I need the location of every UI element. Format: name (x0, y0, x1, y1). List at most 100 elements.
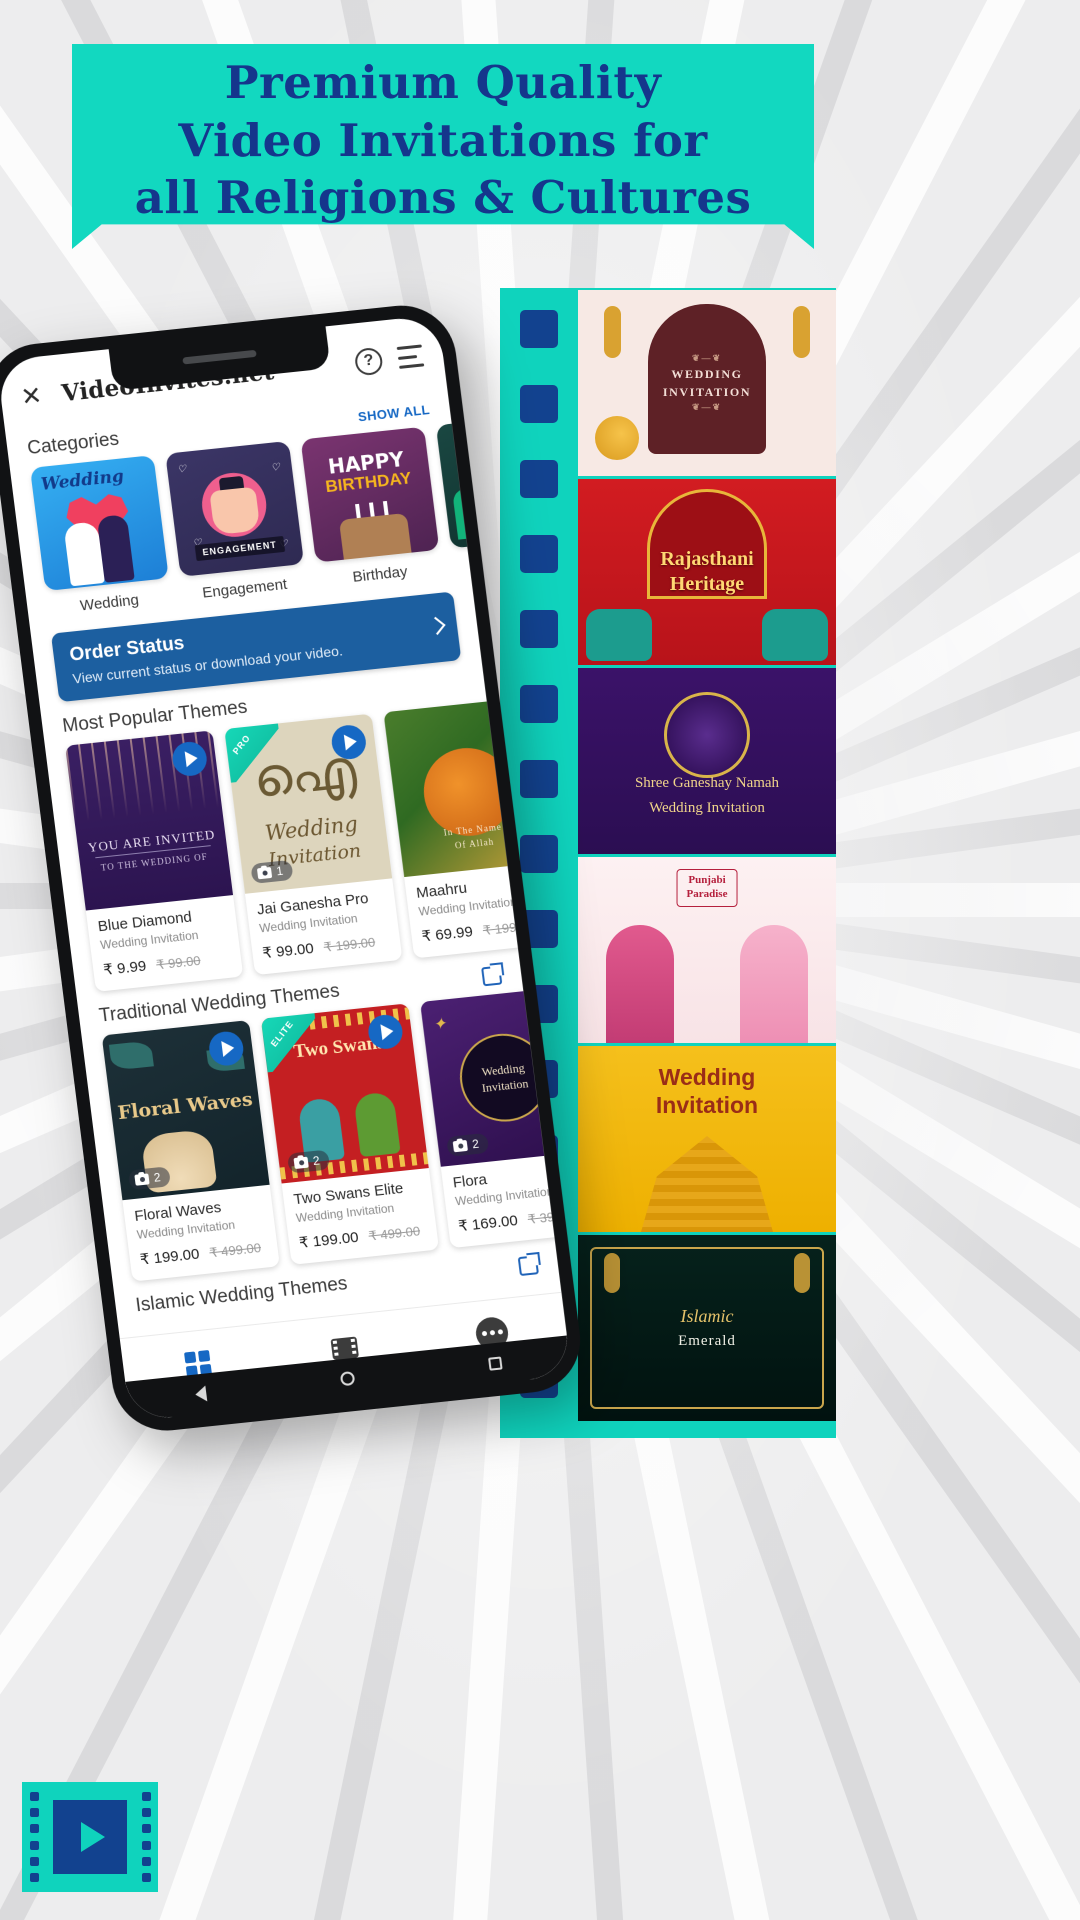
theme-price: ₹ 9.99 (102, 957, 148, 979)
recents-icon[interactable] (488, 1355, 503, 1371)
leaf-decor (108, 1040, 154, 1071)
category-thumbnail: ♡ ♡ ♡ ♡ ENGAGEMENT (165, 440, 305, 577)
cake-icon (338, 512, 412, 560)
scroll-content[interactable]: Categories SHOW ALL Wedding Wedding ♡ ♡ … (4, 376, 562, 1338)
open-external-icon[interactable] (481, 965, 503, 986)
photo-count-chip: 1 (250, 859, 294, 884)
play-button[interactable] (488, 706, 528, 745)
camera-icon (134, 1172, 150, 1186)
filmstrip-card-subtitle: Emerald (678, 1333, 736, 1350)
filmstrip-card-subtitle: Wedding Invitation (649, 800, 765, 816)
theme-thumbnail: Two Swans ELITE 2 (260, 1003, 429, 1184)
filmstrip-card-title: Rajasthani (660, 548, 754, 570)
photo-count: 1 (275, 863, 284, 879)
filmstrip-card-subtitle: Heritage (669, 573, 745, 595)
category-birthday[interactable]: HAPPY BIRTHDAY Birthday (300, 426, 443, 590)
banner-line-1: Premium Quality (224, 56, 662, 109)
theme-art-text-2: Of Allah (454, 836, 495, 851)
theme-meta: Flora Wedding Invitation ₹ 169.00 ₹ 399.… (441, 1151, 562, 1248)
photo-count-chip: 2 (446, 1132, 490, 1157)
category-thumbnail: Wedding (29, 455, 169, 592)
theme-thumbnail: In The Name Of Allah (383, 696, 552, 878)
theme-card[interactable]: ✦ ✦ Wedding Invitation 2 Flora Wedding I… (419, 986, 562, 1249)
theme-price: ₹ 199.00 (139, 1245, 201, 1269)
photo-count: 2 (312, 1153, 321, 1169)
sprig-decor: ✦ (555, 1096, 562, 1116)
home-icon[interactable] (339, 1370, 356, 1387)
theme-old-price: ₹ 199.00 (322, 934, 377, 955)
category-art-text: Wedding (39, 466, 125, 495)
theme-old-price: ₹ 499.00 (208, 1240, 262, 1261)
camera-icon (256, 866, 273, 879)
theme-card[interactable]: Floral Waves 2 Floral Waves Wedding Invi… (101, 1020, 280, 1282)
theme-old-price: ₹ 99.00 (155, 952, 202, 973)
phone-mockup: ✕ VideoInvites.net ? Categories (0, 275, 641, 1474)
category-engagement[interactable]: ♡ ♡ ♡ ♡ ENGAGEMENT Engagement (165, 440, 307, 604)
photo-count: 2 (471, 1136, 480, 1152)
close-icon[interactable]: ✕ (19, 381, 43, 411)
promo-banner: Premium Quality Video Invitations for al… (72, 44, 814, 249)
list-line (399, 363, 425, 369)
filmstrip-card-subtitle: Paradise (686, 887, 728, 900)
earpiece-speaker (182, 349, 257, 364)
theme-price: ₹ 199.00 (298, 1228, 360, 1252)
theme-thumbnail: YOU ARE INVITED TO THE WEDDING OF (65, 730, 234, 911)
theme-card[interactable]: YOU ARE INVITED TO THE WEDDING OF Blue D… (65, 730, 244, 992)
filmstrip-card-wedding-invitation-arch[interactable]: ❦—❦ WEDDING INVITATION ❦—❦ (578, 290, 836, 476)
ring-medallion: Wedding Invitation (454, 1029, 554, 1126)
filmstrip-card-shree-ganeshay-namah[interactable]: Shree Ganeshay Namah Wedding Invitation (578, 668, 836, 854)
theme-old-price: ₹ 199.00 (481, 917, 536, 939)
list-menu-icon[interactable] (396, 344, 425, 369)
banner-line-3: all Religions & Cultures (134, 171, 752, 225)
temple-icon (641, 1136, 773, 1232)
theme-art-text-2: Invitation (480, 1076, 530, 1096)
list-line (397, 354, 418, 360)
bride-figure (740, 925, 808, 1043)
phone-body: ✕ VideoInvites.net ? Categories (0, 300, 587, 1436)
logo-perforations-left (24, 1782, 44, 1892)
filmstrip-card-wedding-invitation-temple[interactable]: Wedding Invitation (578, 1046, 836, 1232)
theme-row-popular[interactable]: YOU ARE INVITED TO THE WEDDING OF Blue D… (45, 680, 562, 998)
heart-icon: ♡ (270, 461, 281, 474)
elite-badge-label: ELITE (268, 1018, 296, 1049)
logo-play-mark (53, 1800, 127, 1874)
theme-meta: Two Swans Elite Wedding Invitation ₹ 199… (282, 1168, 439, 1265)
theme-card[interactable]: In The Name Of Allah Maahru Wedding Invi… (383, 696, 562, 959)
open-external-icon[interactable] (517, 1254, 539, 1276)
pro-badge: PRO (224, 723, 285, 783)
category-thumbnail: HAPPY BIRTHDAY (300, 426, 440, 563)
elephant-icon (586, 609, 652, 661)
theme-price: ₹ 99.00 (261, 939, 315, 963)
theme-price: ₹ 169.00 (457, 1212, 519, 1236)
camera-icon (293, 1156, 309, 1169)
category-wedding[interactable]: Wedding Wedding (29, 455, 172, 618)
filmstrip-card-rajasthani-heritage[interactable]: Rajasthani Heritage (578, 479, 836, 665)
theme-price: ₹ 69.99 (420, 923, 474, 946)
theme-row-traditional[interactable]: Floral Waves 2 Floral Waves Wedding Invi… (82, 986, 562, 1287)
lantern-icon (793, 306, 810, 358)
theme-thumbnail: ഐ Wedding Invitation PRO 1 (224, 713, 393, 894)
theme-card[interactable]: ഐ Wedding Invitation PRO 1 Jai Ganesha P… (224, 713, 403, 976)
groom-figure (606, 925, 674, 1043)
elite-badge: ELITE (260, 1013, 322, 1073)
theme-meta: Maahru Wedding Invitation ₹ 69.99 ₹ 199.… (404, 862, 561, 959)
sprig-decor: ✦ (431, 1015, 448, 1034)
phone-screen: ✕ VideoInvites.net ? Categories (0, 314, 572, 1422)
play-button[interactable] (525, 996, 562, 1034)
theme-thumbnail: Floral Waves 2 (101, 1020, 270, 1201)
photo-count: 2 (153, 1170, 162, 1185)
perforation-hole (520, 310, 558, 348)
theme-old-price: ₹ 399.00 (526, 1206, 562, 1227)
back-icon[interactable] (194, 1385, 207, 1403)
filmstrip-card-title: Shree Ganeshay Namah (634, 774, 780, 791)
filmstrip-card-title: Wedding (658, 1064, 756, 1090)
sofa-icon (464, 491, 556, 547)
app-bar-actions: ? (353, 342, 425, 376)
theme-card[interactable]: Two Swans ELITE 2 Two Swans Elite Weddin… (260, 1003, 440, 1265)
help-icon[interactable]: ? (353, 346, 384, 376)
theme-meta: Floral Waves Wedding Invitation ₹ 199.00… (122, 1185, 279, 1282)
filmstrip-card-punjabi-paradise[interactable]: Punjabi Paradise (578, 857, 836, 1043)
ornament: ❦—❦ (691, 402, 723, 412)
bride-figure (353, 1091, 401, 1158)
theme-art-text-1: Floral Waves (116, 1088, 254, 1125)
